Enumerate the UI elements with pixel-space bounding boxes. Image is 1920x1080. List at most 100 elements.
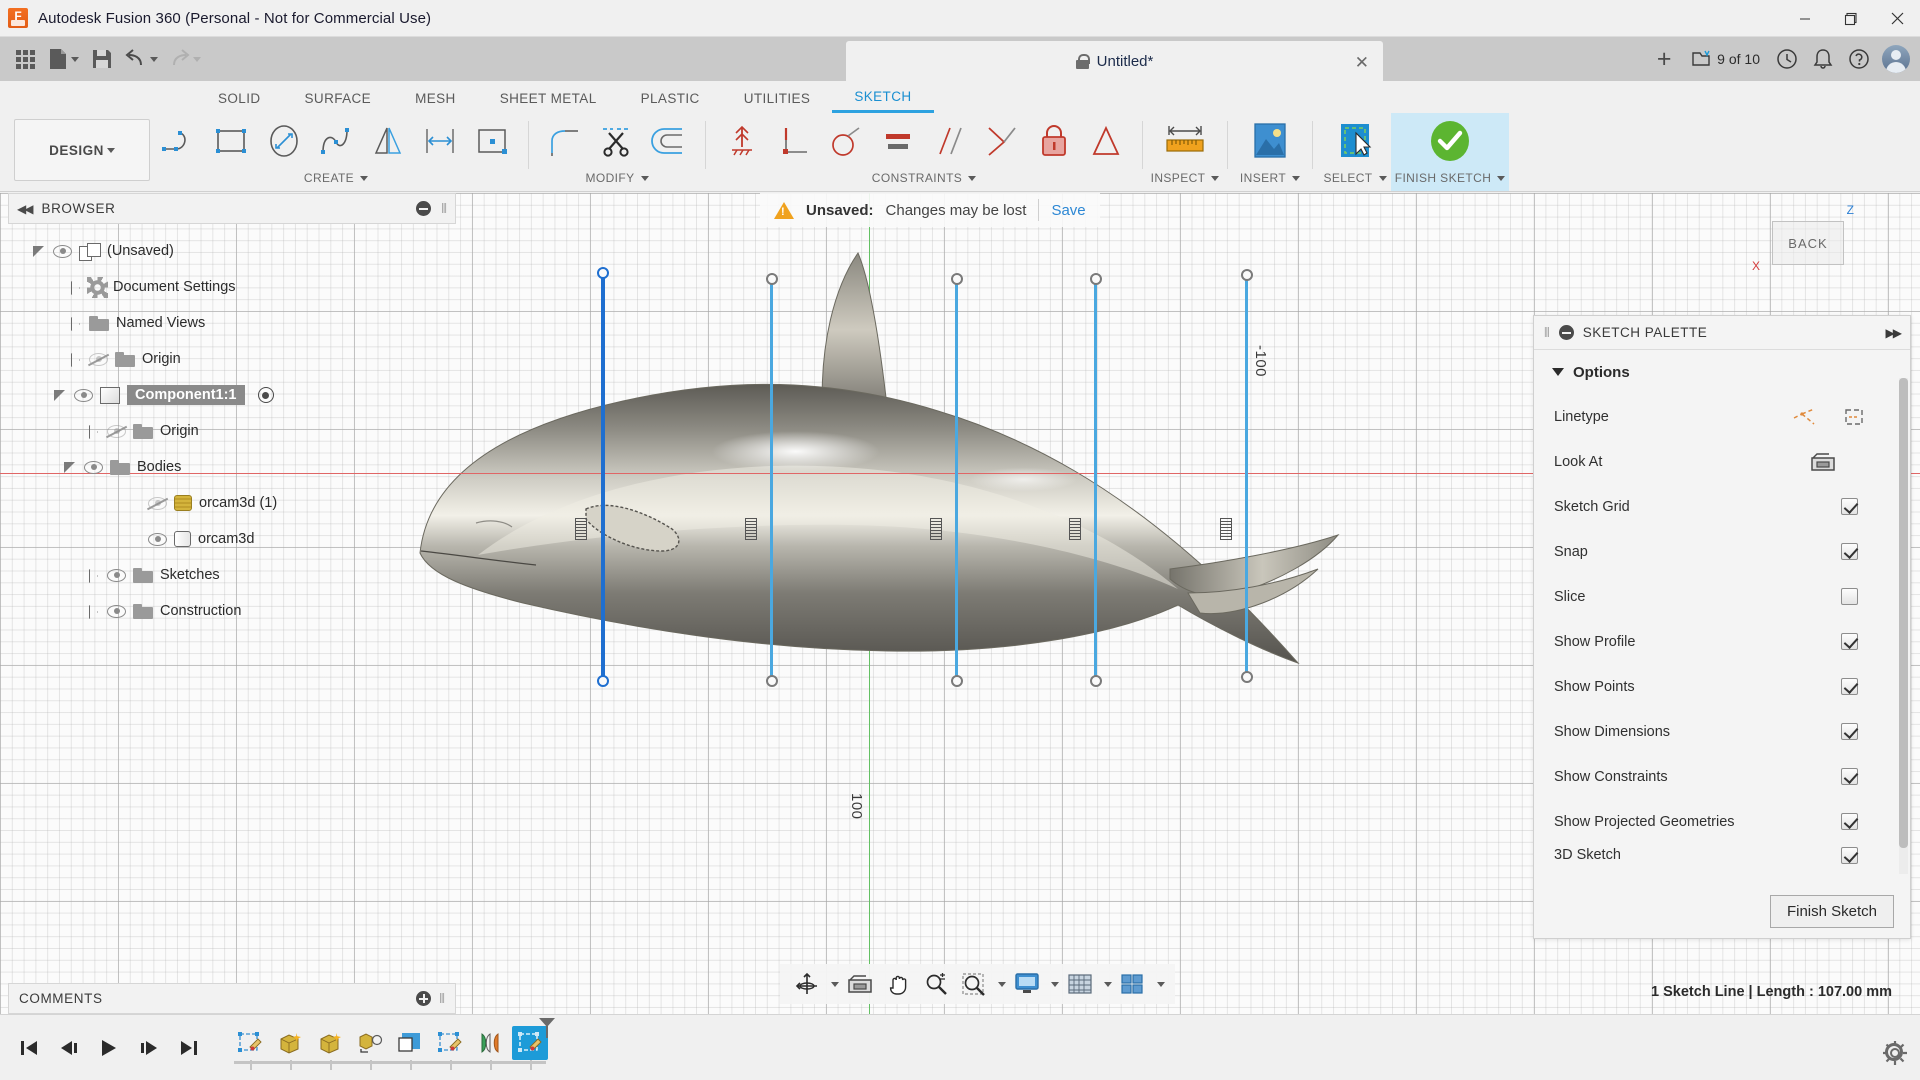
palette-scrollbar-thumb[interactable] bbox=[1899, 378, 1908, 848]
extension-manager-button[interactable]: 9 of 10 bbox=[1683, 40, 1768, 78]
orbit-button[interactable] bbox=[790, 968, 824, 1000]
tool-mirror[interactable] bbox=[362, 116, 414, 166]
option-3d-sketch[interactable]: 3D Sketch bbox=[1534, 844, 1910, 866]
ribbon-group-constraints-label[interactable]: CONSTRAINTS bbox=[716, 171, 1132, 189]
visibility-eye-icon[interactable] bbox=[74, 388, 93, 402]
save-button[interactable] bbox=[85, 42, 119, 76]
option-slice[interactable]: Slice bbox=[1534, 574, 1910, 619]
timeline-item-sketch-1[interactable] bbox=[232, 1026, 268, 1070]
sketch-point-4-bottom[interactable] bbox=[1090, 675, 1102, 687]
constraint-marker-2[interactable] bbox=[745, 518, 757, 540]
timeline-item-move-copy[interactable] bbox=[352, 1026, 388, 1070]
redo-button[interactable] bbox=[164, 42, 205, 76]
chevron-down-icon[interactable] bbox=[998, 981, 1006, 987]
expand-arrow-icon[interactable] bbox=[53, 388, 67, 402]
chevron-down-icon[interactable] bbox=[1157, 981, 1165, 987]
constraint-symmetry[interactable] bbox=[976, 116, 1028, 166]
visibility-eye-off-icon[interactable] bbox=[146, 496, 169, 510]
ribbon-tab-solid[interactable]: SOLID bbox=[196, 83, 283, 113]
tree-item-sketches[interactable]: Sketches bbox=[8, 557, 456, 593]
expand-arrow-icon[interactable] bbox=[86, 568, 100, 582]
sketch-point-5-bottom[interactable] bbox=[1241, 671, 1253, 683]
close-tab-button[interactable]: ✕ bbox=[1355, 53, 1369, 73]
sketch-line-4[interactable] bbox=[1094, 279, 1097, 681]
expand-arrow-icon[interactable] bbox=[63, 460, 77, 474]
option-show-constraints[interactable]: Show Constraints bbox=[1534, 754, 1910, 799]
expand-arrow-icon[interactable] bbox=[68, 352, 82, 366]
constraint-tangent[interactable] bbox=[820, 116, 872, 166]
look-at-button[interactable] bbox=[843, 968, 877, 1000]
options-section-header[interactable]: Options bbox=[1534, 350, 1910, 394]
sketch-point-2-top[interactable] bbox=[766, 273, 778, 285]
sketch-line-5[interactable] bbox=[1245, 275, 1248, 677]
ribbon-tab-plastic[interactable]: PLASTIC bbox=[619, 83, 722, 113]
dimension-label-lower[interactable]: 100 bbox=[848, 793, 865, 820]
visibility-eye-icon[interactable] bbox=[148, 532, 167, 546]
tool-spline[interactable] bbox=[310, 116, 362, 166]
timeline-item-extrude-2[interactable] bbox=[312, 1026, 348, 1070]
dimension-label-upper[interactable]: -100 bbox=[1252, 345, 1269, 377]
minimize-palette-icon[interactable] bbox=[1558, 325, 1574, 340]
collapse-browser-icon[interactable]: ◀◀ bbox=[17, 202, 34, 216]
option-show-dimensions[interactable]: Show Dimensions bbox=[1534, 709, 1910, 754]
visibility-eye-off-icon[interactable] bbox=[105, 424, 128, 438]
constraint-marker-5[interactable] bbox=[1220, 518, 1232, 540]
ribbon-group-inspect-label[interactable]: INSPECT bbox=[1151, 171, 1220, 189]
constraint-marker-4[interactable] bbox=[1069, 518, 1081, 540]
help-button[interactable] bbox=[1842, 40, 1876, 78]
step-back-button[interactable] bbox=[58, 1038, 80, 1058]
sketch-point-4-top[interactable] bbox=[1090, 273, 1102, 285]
new-tab-button[interactable]: + bbox=[1647, 40, 1681, 78]
show-dimensions-checkbox[interactable] bbox=[1841, 723, 1858, 740]
constraint-fix-unfix[interactable] bbox=[1028, 116, 1080, 166]
canvas-area[interactable]: -100 100 Unsaved: Changes may be lost Sa… bbox=[0, 193, 1920, 1014]
tree-item-bodies[interactable]: Bodies bbox=[8, 449, 456, 485]
sketch-point-2-bottom[interactable] bbox=[766, 675, 778, 687]
document-tab[interactable]: Untitled* ✕ bbox=[846, 41, 1383, 81]
tool-finish-sketch[interactable] bbox=[1418, 117, 1482, 165]
tool-line[interactable] bbox=[154, 116, 206, 166]
visibility-eye-icon[interactable] bbox=[84, 460, 103, 474]
tree-item-construction[interactable]: Construction bbox=[8, 593, 456, 629]
notifications-button[interactable] bbox=[1806, 40, 1840, 78]
constraint-curvature[interactable] bbox=[1080, 116, 1132, 166]
show-profile-checkbox[interactable] bbox=[1841, 633, 1858, 650]
slice-checkbox[interactable] bbox=[1841, 588, 1858, 605]
constraint-perpendicular[interactable] bbox=[768, 116, 820, 166]
tree-item-component1[interactable]: Component1:1 bbox=[8, 377, 456, 413]
tool-fillet[interactable] bbox=[539, 116, 591, 166]
sketch-line-1[interactable] bbox=[601, 273, 605, 681]
option-show-projected-geometries[interactable]: Show Projected Geometries bbox=[1534, 799, 1910, 844]
timeline-item-extrude-1[interactable] bbox=[272, 1026, 308, 1070]
tree-item-named-views[interactable]: Named Views bbox=[8, 305, 456, 341]
show-points-checkbox[interactable] bbox=[1841, 678, 1858, 695]
ribbon-group-modify-label[interactable]: MODIFY bbox=[539, 171, 695, 189]
tool-circle[interactable] bbox=[258, 116, 310, 166]
show-projected-geometries-checkbox[interactable] bbox=[1841, 813, 1858, 830]
sketch-point-1-top[interactable] bbox=[597, 267, 609, 279]
ribbon-tab-surface[interactable]: SURFACE bbox=[283, 83, 394, 113]
minimize-browser-icon[interactable] bbox=[416, 201, 432, 216]
ribbon-group-finish-sketch[interactable]: FINISH SKETCH bbox=[1391, 113, 1509, 191]
timeline-item-sketch-3[interactable] bbox=[512, 1017, 555, 1070]
workspace-selector[interactable]: DESIGN bbox=[14, 119, 150, 181]
tree-item-document-settings[interactable]: Document Settings bbox=[8, 269, 456, 305]
sketch-point-1-bottom[interactable] bbox=[597, 675, 609, 687]
tool-offset[interactable] bbox=[643, 116, 695, 166]
sketch-line-3[interactable] bbox=[955, 279, 958, 681]
option-sketch-grid[interactable]: Sketch Grid bbox=[1534, 484, 1910, 529]
view-cube-face[interactable]: BACK bbox=[1772, 221, 1844, 265]
sketch-point-3-bottom[interactable] bbox=[951, 675, 963, 687]
viewports-button[interactable] bbox=[1116, 968, 1150, 1000]
view-cube[interactable]: Z X BACK bbox=[1752, 203, 1862, 283]
tool-point[interactable] bbox=[466, 116, 518, 166]
tree-item-orcam3d[interactable]: orcam3d bbox=[8, 521, 456, 557]
orca-3d-model[interactable] bbox=[418, 233, 1428, 703]
save-link[interactable]: Save bbox=[1051, 202, 1085, 219]
step-forward-button[interactable] bbox=[138, 1038, 160, 1058]
tool-insert-image[interactable] bbox=[1242, 117, 1298, 165]
visibility-eye-icon[interactable] bbox=[107, 568, 126, 582]
play-button[interactable] bbox=[98, 1038, 120, 1058]
sketch-point-3-top[interactable] bbox=[951, 273, 963, 285]
show-constraints-checkbox[interactable] bbox=[1841, 768, 1858, 785]
